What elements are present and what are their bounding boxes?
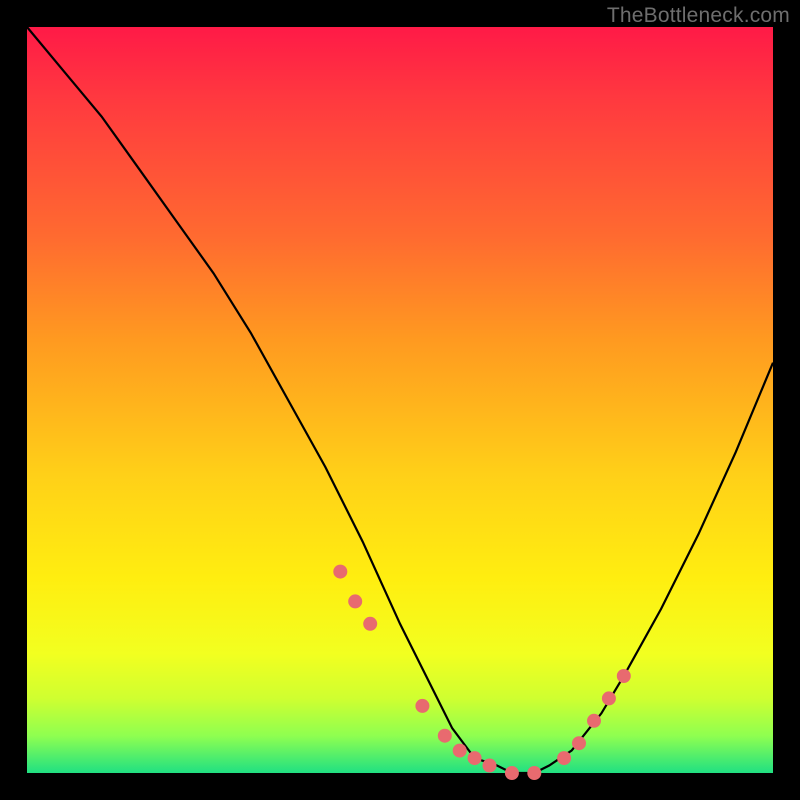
- highlight-dot: [617, 669, 631, 683]
- highlight-dot: [363, 617, 377, 631]
- plot-area: [27, 27, 773, 773]
- highlight-dots-group: [333, 565, 631, 780]
- highlight-dot: [333, 565, 347, 579]
- highlight-dot: [572, 736, 586, 750]
- highlight-dot: [527, 766, 541, 780]
- highlight-dot: [602, 691, 616, 705]
- highlight-dot: [505, 766, 519, 780]
- highlight-dot: [468, 751, 482, 765]
- highlight-dot: [557, 751, 571, 765]
- highlight-dot: [415, 699, 429, 713]
- chart-frame: TheBottleneck.com: [0, 0, 800, 800]
- highlight-dot: [348, 594, 362, 608]
- watermark-text: TheBottleneck.com: [607, 4, 790, 28]
- bottleneck-curve: [27, 27, 773, 773]
- highlight-dot: [438, 729, 452, 743]
- highlight-dot: [587, 714, 601, 728]
- chart-svg: [27, 27, 773, 773]
- highlight-dot: [453, 744, 467, 758]
- highlight-dot: [483, 759, 497, 773]
